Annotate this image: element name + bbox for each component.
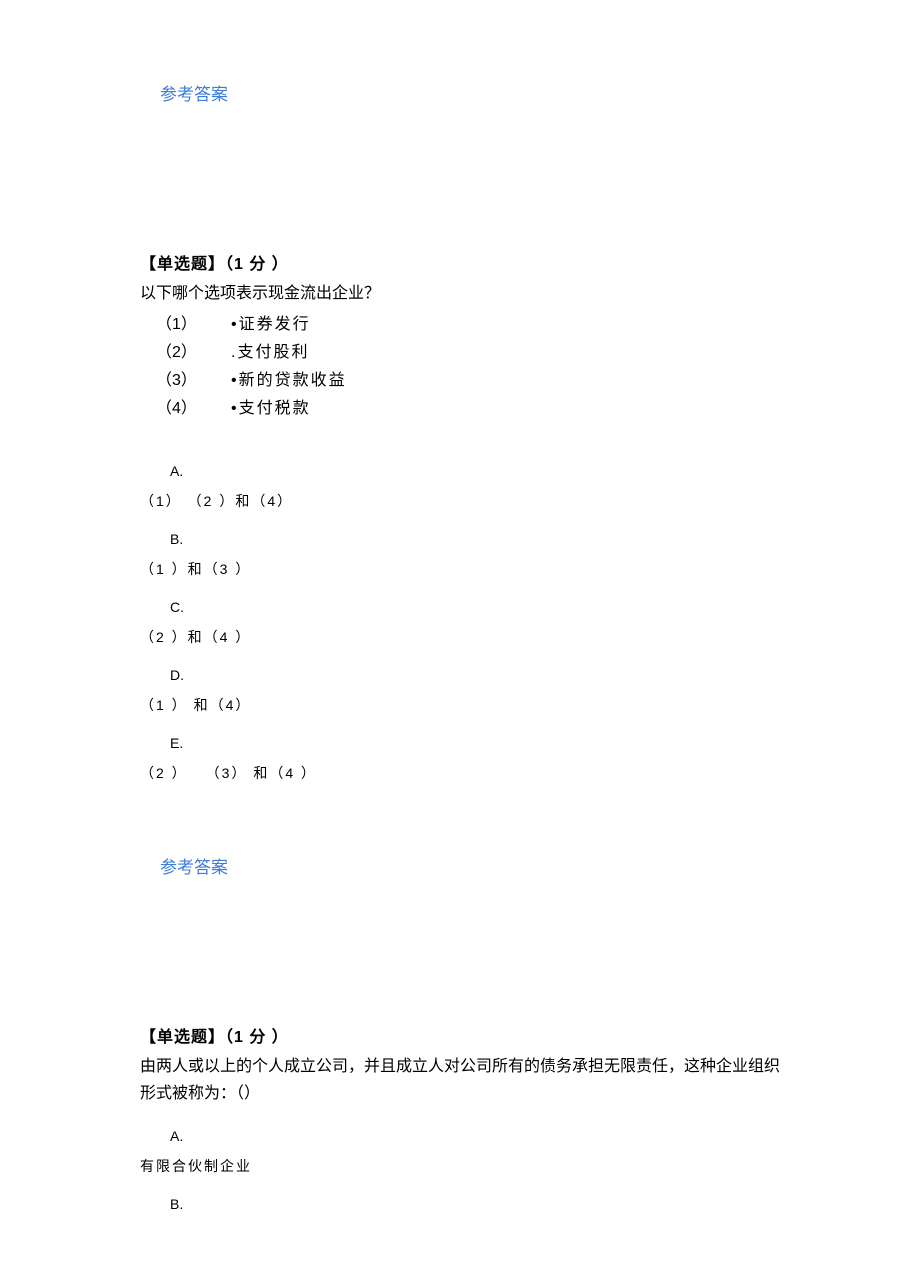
option-value-d: （1 ） 和（4） [140, 695, 780, 715]
item-num: （2） [156, 339, 231, 367]
page-container: 参考答案 【单选题】（1 分 ） 以下哪个选项表示现金流出企业？ （1）•证券发… [0, 0, 920, 1212]
item-text: 支付股利 [237, 344, 309, 361]
q1-items: （1）•证券发行 （2）.支付股利 （3）•新的贷款收益 （4）•支付税款 [156, 311, 780, 423]
option-label-b: B. [170, 531, 780, 547]
option-label-e: E. [170, 735, 780, 751]
list-item: （1）•证券发行 [156, 311, 780, 339]
option-label-a: A. [170, 463, 780, 479]
spacer [140, 968, 780, 1023]
item-text: 证券发行 [239, 316, 311, 333]
q1-header: 【单选题】（1 分 ） [140, 250, 780, 274]
answer-link-1[interactable]: 参考答案 [160, 80, 228, 105]
bullet-icon: • [231, 395, 239, 423]
spacer [140, 1112, 780, 1128]
option-value-e: （2 ） （3） 和（4 ） [140, 763, 780, 783]
list-item: （2）.支付股利 [156, 339, 780, 367]
option-label-a: A. [170, 1128, 780, 1144]
spacer [140, 195, 780, 250]
question-2: 【单选题】（1 分 ） 由两人或以上的个人成立公司，并且成立人对公司所有的债务承… [140, 1023, 780, 1211]
bullet-icon: • [231, 367, 239, 395]
item-num: （4） [156, 395, 231, 423]
q1-options: A. （1） （2 ）和（4） B. （1 ）和（3 ） C. （2 ）和（4 … [140, 463, 780, 783]
item-text: 支付税款 [239, 400, 311, 417]
q2-text: 由两人或以上的个人成立公司，并且成立人对公司所有的债务承担无限责任，这种企业组织… [140, 1053, 780, 1107]
q2-header: 【单选题】（1 分 ） [140, 1023, 780, 1047]
option-value-a: （1） （2 ）和（4） [140, 491, 780, 511]
question-1: 【单选题】（1 分 ） 以下哪个选项表示现金流出企业？ （1）•证券发行 （2）… [140, 250, 780, 783]
option-label-b: B. [170, 1196, 780, 1212]
option-label-c: C. [170, 599, 780, 615]
q2-options: A. 有限合伙制企业 B. [140, 1128, 780, 1212]
item-text: 新的贷款收益 [239, 372, 347, 389]
list-item: （4）•支付税款 [156, 395, 780, 423]
option-value-a: 有限合伙制企业 [140, 1156, 780, 1176]
q1-text: 以下哪个选项表示现金流出企业？ [140, 280, 780, 307]
item-num: （3） [156, 367, 231, 395]
option-label-d: D. [170, 667, 780, 683]
list-item: （3）•新的贷款收益 [156, 367, 780, 395]
option-value-b: （1 ）和（3 ） [140, 559, 780, 579]
item-num: （1） [156, 311, 231, 339]
bullet-icon: • [231, 311, 239, 339]
option-value-c: （2 ）和（4 ） [140, 627, 780, 647]
answer-link-2[interactable]: 参考答案 [160, 853, 228, 878]
